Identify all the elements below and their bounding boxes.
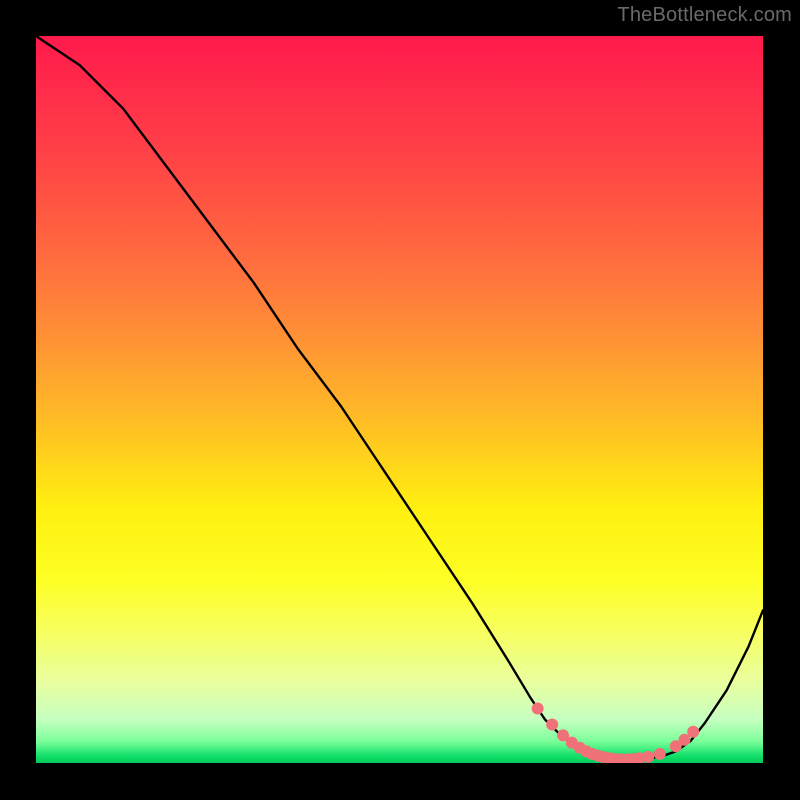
curve-layer (36, 36, 763, 763)
chart-stage: TheBottleneck.com (0, 0, 800, 800)
curve-marker (642, 751, 654, 763)
curve-marker (546, 718, 558, 730)
bottleneck-curve (36, 36, 763, 759)
curve-marker (654, 748, 666, 760)
plot-area (36, 36, 763, 763)
curve-marker (687, 726, 699, 738)
watermark-text: TheBottleneck.com (617, 4, 792, 27)
curve-marker (532, 702, 544, 714)
